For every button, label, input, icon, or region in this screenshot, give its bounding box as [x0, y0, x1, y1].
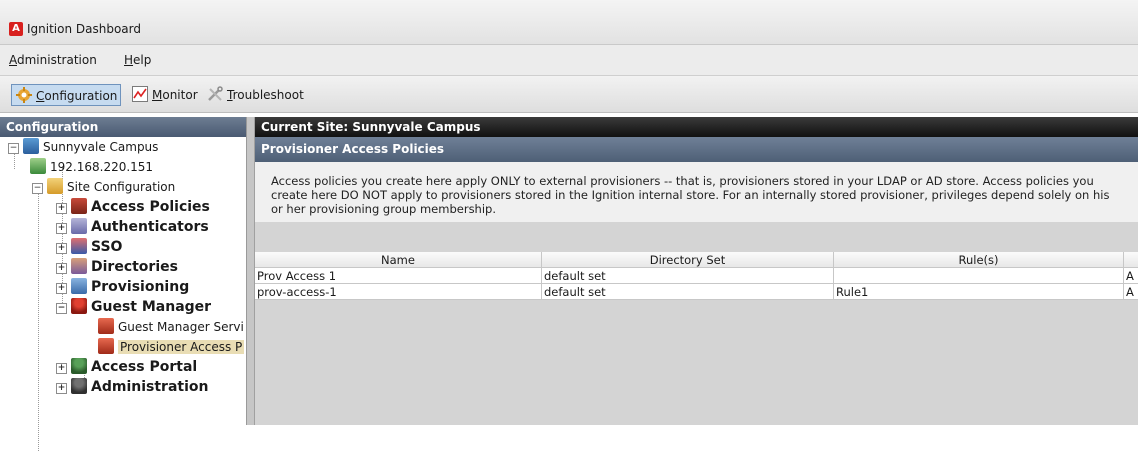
tree-node-label: Administration	[91, 379, 209, 395]
column-header-extra[interactable]	[1124, 252, 1138, 268]
monitor-accel: M	[152, 88, 163, 102]
tree-connector	[38, 191, 39, 451]
toolbar: Configuration Monitor Troubleshoot	[0, 76, 1138, 113]
window-title: Ignition Dashboard	[27, 22, 141, 36]
provisioning-icon	[71, 278, 87, 294]
menu-bar: Administration Help	[0, 45, 1138, 76]
configuration-button[interactable]: Configuration	[11, 84, 122, 106]
policy-description: Access policies you create here apply ON…	[255, 162, 1138, 222]
monitor-label-rest: onitor	[162, 88, 198, 102]
authenticator-icon	[71, 218, 87, 234]
chart-line-icon	[132, 86, 148, 102]
tree-node-label: Directories	[91, 259, 178, 275]
collapse-icon[interactable]: −	[56, 303, 67, 314]
tree-node-label: 192.168.220.151	[50, 160, 154, 174]
table-row[interactable]: prov-access-1 default set Rule1 A	[255, 284, 1138, 300]
expand-icon[interactable]: +	[56, 243, 67, 254]
server-icon	[30, 158, 46, 174]
expand-icon[interactable]: +	[56, 363, 67, 374]
cell-name: Prov Access 1	[255, 268, 542, 284]
expand-icon[interactable]: +	[56, 203, 67, 214]
expand-icon[interactable]: +	[56, 283, 67, 294]
collapse-icon[interactable]: −	[32, 183, 43, 194]
app-logo-icon: A	[9, 22, 23, 36]
provisioner-access-icon	[98, 338, 114, 354]
tree-node-ip[interactable]: 192.168.220.151	[30, 157, 153, 177]
menu-help[interactable]: Help	[124, 53, 151, 67]
tree-node-label: SSO	[91, 239, 123, 255]
gear-icon	[16, 87, 32, 103]
cell-extra: A	[1124, 284, 1138, 300]
configuration-panel: Configuration − Sunnyvale Campus 192.168.…	[0, 117, 247, 451]
cell-name: prov-access-1	[255, 284, 542, 300]
expand-icon[interactable]: +	[56, 383, 67, 394]
sso-icon	[71, 238, 87, 254]
column-header-rules[interactable]: Rule(s)	[834, 252, 1124, 268]
network-site-icon	[23, 138, 39, 154]
admin-user-icon	[71, 378, 87, 394]
column-header-name[interactable]: Name	[255, 252, 542, 268]
tree-node-label: Sunnyvale Campus	[43, 140, 159, 154]
tree-node-label: Access Portal	[91, 359, 198, 375]
configuration-label-rest: onfiguration	[44, 89, 118, 103]
menu-accel-key: H	[124, 53, 134, 67]
tree-node-label: Provisioning	[91, 279, 190, 295]
content-panel: Current Site: Sunnyvale Campus Provision…	[255, 117, 1138, 425]
cell-directory-set: default set	[542, 268, 834, 284]
expand-icon[interactable]: +	[56, 263, 67, 274]
troubleshoot-button[interactable]: Troubleshoot	[203, 84, 307, 106]
policy-book-icon	[71, 198, 87, 214]
tree-node-access-portal[interactable]: + Access Portal	[56, 357, 197, 377]
tree-node-site-configuration[interactable]: − Site Configuration	[32, 177, 175, 197]
tree-node-administration[interactable]: + Administration	[56, 377, 208, 397]
tree-node-directories[interactable]: + Directories	[56, 257, 178, 277]
tree-node-site[interactable]: − Sunnyvale Campus	[8, 137, 158, 157]
tree-node-label: Guest Manager	[91, 299, 212, 315]
menu-accel-key: A	[9, 53, 17, 67]
collapse-icon[interactable]: −	[8, 143, 19, 154]
monitor-button[interactable]: Monitor	[128, 84, 201, 106]
troubleshoot-label-rest: roubleshoot	[232, 88, 304, 102]
menu-label-rest: dministration	[17, 53, 97, 67]
cell-rules: Rule1	[834, 284, 1124, 300]
directory-icon	[71, 258, 87, 274]
policies-table: Name Directory Set Rule(s) Prov Access 1…	[255, 252, 1138, 300]
tree-node-provisioner-access[interactable]: Provisioner Access P	[98, 337, 245, 357]
tree-node-label: Access Policies	[91, 199, 210, 215]
table-row[interactable]: Prov Access 1 default set A	[255, 268, 1138, 284]
tree-node-label: Provisioner Access P	[118, 340, 245, 354]
current-site-header: Current Site: Sunnyvale Campus	[255, 117, 1138, 137]
tree-node-access-policies[interactable]: + Access Policies	[56, 197, 210, 217]
cell-directory-set: default set	[542, 284, 834, 300]
tree-node-sso[interactable]: + SSO	[56, 237, 122, 257]
tree-node-authenticators[interactable]: + Authenticators	[56, 217, 209, 237]
tree-node-label: Guest Manager Servi	[118, 320, 244, 334]
tree-node-label: Site Configuration	[67, 180, 176, 194]
portal-user-icon	[71, 358, 87, 374]
tools-icon	[207, 86, 223, 102]
guest-service-icon	[98, 318, 114, 334]
guest-user-icon	[71, 298, 87, 314]
cell-extra: A	[1124, 268, 1138, 284]
cell-rules	[834, 268, 1124, 284]
pane-splitter[interactable]	[247, 117, 255, 425]
table-header-row: Name Directory Set Rule(s)	[255, 252, 1138, 268]
menu-label-rest: elp	[133, 53, 152, 67]
title-bar: A Ignition Dashboard	[0, 0, 1138, 45]
panel-header: Configuration	[0, 117, 246, 137]
tree-node-label: Authenticators	[91, 219, 209, 235]
column-header-directory-set[interactable]: Directory Set	[542, 252, 834, 268]
menu-administration[interactable]: Administration	[9, 53, 97, 67]
folder-config-icon	[47, 178, 63, 194]
tree-node-provisioning[interactable]: + Provisioning	[56, 277, 189, 297]
tree-node-guest-manager[interactable]: − Guest Manager	[56, 297, 211, 317]
section-header: Provisioner Access Policies	[255, 137, 1138, 162]
tree-node-guest-manager-service[interactable]: Guest Manager Servi	[98, 317, 244, 337]
expand-icon[interactable]: +	[56, 223, 67, 234]
